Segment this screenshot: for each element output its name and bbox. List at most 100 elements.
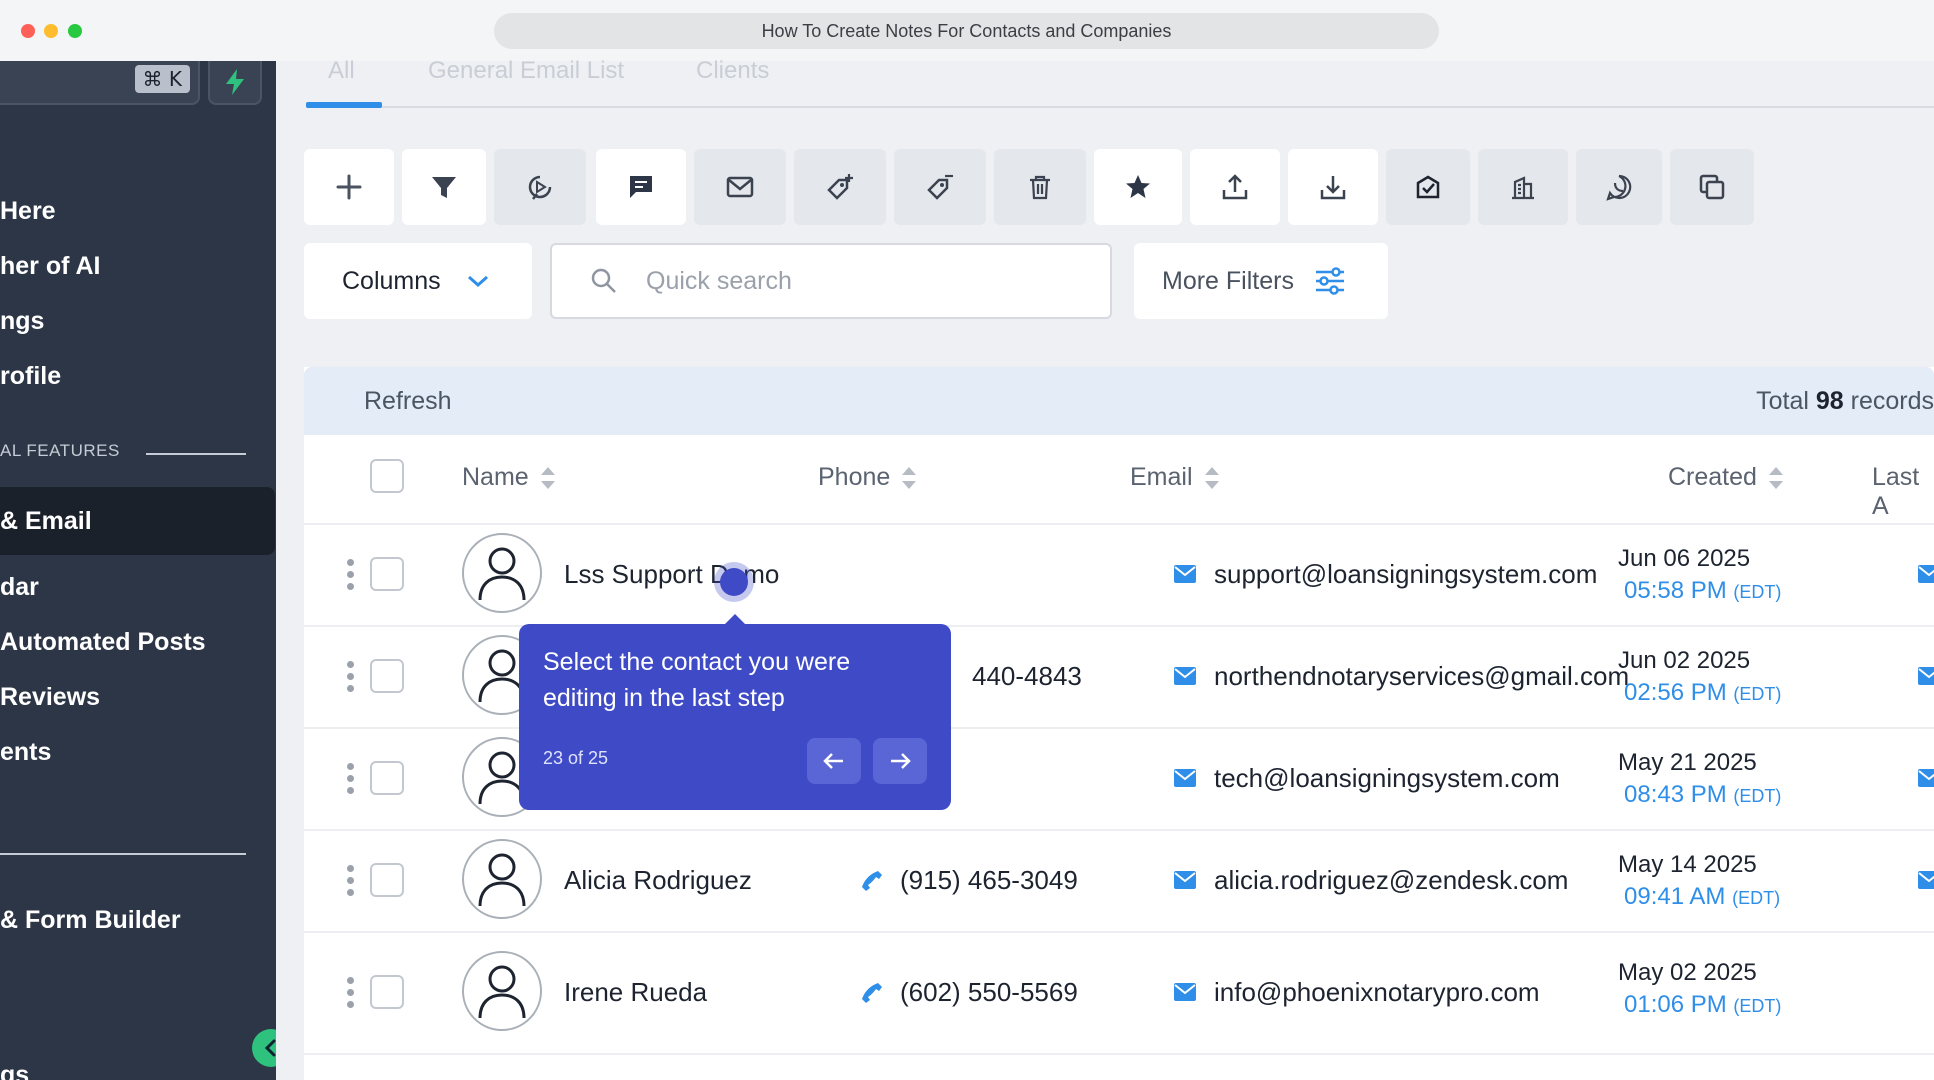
- column-header-last-activity[interactable]: Last A: [1872, 463, 1934, 521]
- tooltip-next-button[interactable]: [873, 738, 927, 784]
- column-header-email[interactable]: Email: [1130, 463, 1221, 492]
- row-menu-icon[interactable]: [346, 763, 354, 794]
- columns-dropdown[interactable]: Columns: [304, 243, 532, 319]
- export-button[interactable]: [1190, 149, 1280, 225]
- row-checkbox[interactable]: [370, 975, 404, 1009]
- row-checkbox[interactable]: [370, 761, 404, 795]
- contact-name[interactable]: Irene Rueda: [564, 977, 707, 1008]
- created-date: May 02 2025 01:06 PM (EDT): [1618, 959, 1782, 1018]
- user-icon: [478, 965, 526, 1019]
- sidebar-search[interactable]: ⌘ K: [0, 61, 200, 105]
- sidebar-item-launchpad[interactable]: Here: [0, 181, 276, 241]
- merge-duplicates-button[interactable]: [1670, 149, 1754, 225]
- row-menu-icon[interactable]: [346, 977, 354, 1008]
- filter-button[interactable]: [402, 149, 486, 225]
- tour-tooltip: Select the contact you were editing in t…: [519, 614, 951, 810]
- minimize-window-button[interactable]: [44, 24, 58, 38]
- maximize-window-button[interactable]: [68, 24, 82, 38]
- message-icon: [630, 176, 652, 198]
- window-title[interactable]: How To Create Notes For Contacts and Com…: [494, 13, 1439, 49]
- more-filters-button[interactable]: More Filters: [1134, 243, 1388, 319]
- row-checkbox[interactable]: [370, 557, 404, 591]
- sidebar-item-ai[interactable]: her of AI: [0, 236, 276, 296]
- tour-hotspot[interactable]: [714, 562, 754, 602]
- column-header-created[interactable]: Created: [1668, 463, 1785, 492]
- contact-email[interactable]: alicia.rodriguez@zendesk.com: [1214, 865, 1568, 896]
- column-header-phone[interactable]: Phone: [818, 463, 918, 492]
- contact-phone[interactable]: (915) 465-3049: [900, 865, 1078, 896]
- table-header: Name Phone Email Created Last A: [304, 435, 1934, 525]
- remove-tag-button[interactable]: [894, 149, 986, 225]
- building-icon: [1512, 176, 1534, 200]
- table-row[interactable]: Alicia Rodriguez (915) 465-3049 alicia.r…: [304, 831, 1934, 933]
- tag-remove-icon: [927, 174, 953, 200]
- contact-email[interactable]: support@loansigningsystem.com: [1214, 559, 1597, 590]
- columns-label: Columns: [342, 266, 441, 295]
- sidebar-item-events[interactable]: ents: [0, 722, 276, 782]
- upload-icon: [1222, 174, 1248, 200]
- email-button[interactable]: [694, 149, 786, 225]
- column-header-name[interactable]: Name: [462, 463, 557, 492]
- table-row[interactable]: Irene Rueda (602) 550-5569 info@phoenixn…: [304, 933, 1934, 1055]
- import-button[interactable]: [1288, 149, 1378, 225]
- row-menu-icon[interactable]: [346, 865, 354, 896]
- whatsapp-button[interactable]: [1576, 149, 1662, 225]
- refresh-button[interactable]: Refresh: [364, 387, 452, 416]
- favorite-button[interactable]: [1094, 149, 1182, 225]
- sidebar-item-reviews[interactable]: Reviews: [0, 667, 276, 727]
- close-window-button[interactable]: [21, 24, 35, 38]
- divider: [146, 453, 246, 455]
- lightning-icon: [226, 69, 244, 95]
- quick-search[interactable]: [550, 243, 1112, 319]
- tab-clients[interactable]: Clients: [696, 57, 769, 85]
- sidebar-item-automated-posts[interactable]: Automated Posts: [0, 612, 276, 672]
- chevron-down-icon: [467, 275, 488, 288]
- tooltip-back-button[interactable]: [807, 738, 861, 784]
- delete-button[interactable]: [994, 149, 1086, 225]
- row-menu-icon[interactable]: [346, 559, 354, 590]
- row-checkbox[interactable]: [370, 863, 404, 897]
- contact-email[interactable]: northendnotaryservices@gmail.com: [1214, 661, 1629, 692]
- sidebar-item-settings[interactable]: ngs: [0, 291, 276, 351]
- sidebar-item-email[interactable]: & Email: [0, 487, 275, 555]
- sidebar-item-calendar[interactable]: dar: [0, 557, 276, 617]
- sidebar-item-bottom-settings[interactable]: gs: [0, 1045, 276, 1080]
- row-checkbox[interactable]: [370, 659, 404, 693]
- contact-email[interactable]: tech@loansigningsystem.com: [1214, 763, 1560, 794]
- sidebar-item-form-builder[interactable]: & Form Builder: [0, 890, 276, 950]
- automation-button[interactable]: [494, 149, 586, 225]
- trash-icon: [1030, 175, 1050, 200]
- tooltip-step-counter: 23 of 25: [543, 748, 609, 768]
- contact-name[interactable]: Alicia Rodriguez: [564, 865, 752, 896]
- arrow-left-icon: [823, 753, 843, 769]
- active-tab-indicator: [306, 102, 382, 108]
- verify-email-button[interactable]: [1386, 149, 1470, 225]
- add-tag-button[interactable]: [794, 149, 886, 225]
- search-icon: [591, 268, 616, 293]
- avatar: [462, 839, 542, 919]
- user-icon: [478, 853, 526, 907]
- add-button[interactable]: [304, 149, 394, 225]
- company-button[interactable]: [1478, 149, 1568, 225]
- created-date: Jun 06 2025 05:58 PM (EDT): [1618, 545, 1782, 604]
- contact-email[interactable]: info@phoenixnotarypro.com: [1214, 977, 1540, 1008]
- select-all-checkbox[interactable]: [370, 459, 404, 493]
- main-content: All General Email List Clients Columns Q…: [276, 57, 1934, 1080]
- sidebar-item-profile[interactable]: rofile: [0, 346, 276, 406]
- tab-all[interactable]: All: [328, 57, 355, 85]
- notes-button[interactable]: [596, 149, 686, 225]
- row-menu-icon[interactable]: [346, 661, 354, 692]
- avatar: [462, 533, 542, 613]
- sidebar-item-label: ents: [0, 737, 52, 766]
- sort-icon: [539, 464, 557, 492]
- email-icon: [1174, 983, 1196, 1001]
- quick-action-button[interactable]: [208, 61, 262, 105]
- total-records: Total 98 records: [1756, 387, 1934, 415]
- table-info-bar: Refresh Total 98 records: [304, 367, 1934, 435]
- sidebar-item-label: Reviews: [0, 682, 101, 711]
- table-row[interactable]: Lss Support Demo support@loansigningsyst…: [304, 525, 1934, 627]
- search-input[interactable]: [644, 265, 1088, 297]
- contact-phone[interactable]: (602) 550-5569: [900, 977, 1078, 1008]
- tab-general-email-list[interactable]: General Email List: [428, 57, 624, 85]
- contact-phone[interactable]: 440-4843: [972, 661, 1082, 692]
